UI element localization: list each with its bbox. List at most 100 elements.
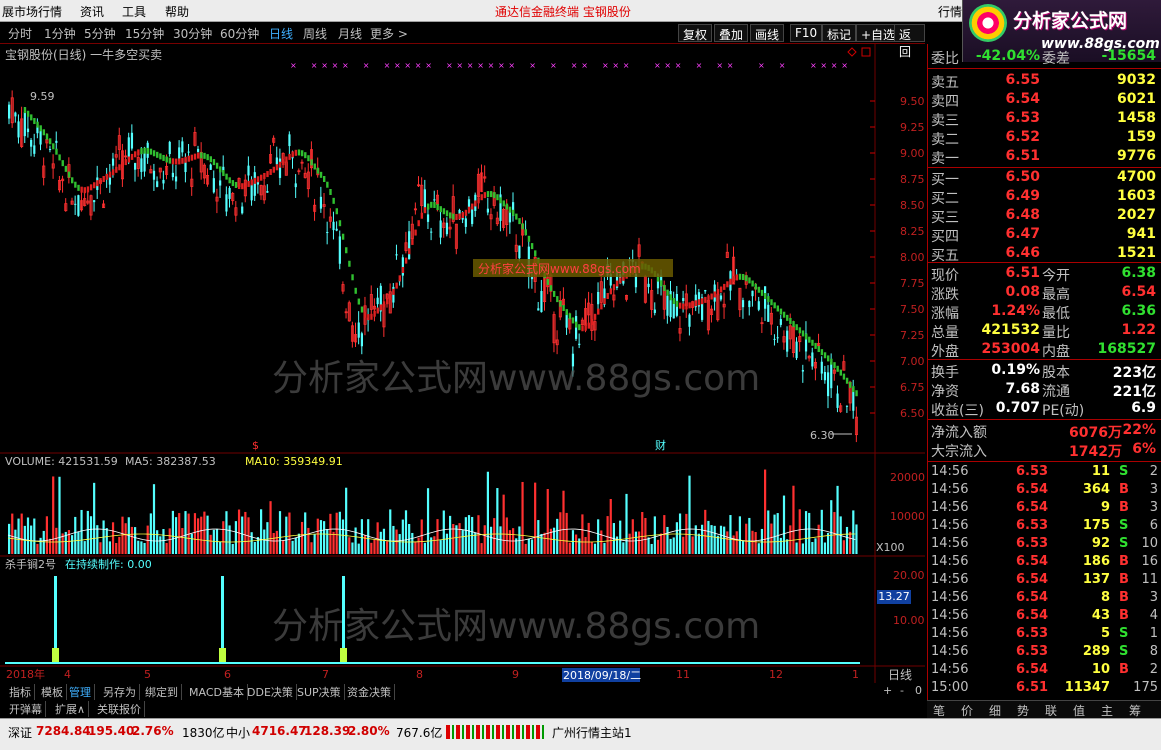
signal-marker: × xyxy=(467,61,474,70)
bid-label: 买四 xyxy=(931,229,959,245)
ask-price: 6.52 xyxy=(1005,129,1040,145)
volume-bar xyxy=(675,522,678,554)
volume-bar xyxy=(489,526,493,554)
quote-tab-6[interactable]: 主 xyxy=(1101,702,1113,719)
signal-marker: × xyxy=(831,61,838,70)
price-tick-label: 7.50 xyxy=(900,303,925,316)
bull-bear-segment xyxy=(512,209,515,216)
tick-price: 6.53 xyxy=(1016,464,1049,479)
indicator-tab-3[interactable]: 另存为 xyxy=(100,684,140,700)
bid-price: 6.46 xyxy=(1005,245,1040,261)
tick-count: 3 xyxy=(1149,482,1158,497)
kline-chart[interactable]: 9.50 9.25 9.00 8.75 8.50 8.25 8.00 7.75 7.50 7.25… xyxy=(0,0,925,683)
ask-label: 卖五 xyxy=(931,75,959,91)
volume-bar xyxy=(789,525,792,554)
volume-bar xyxy=(115,542,118,554)
stat-value2: 6.54 xyxy=(1121,284,1156,300)
quote-tab-1[interactable]: 价 xyxy=(961,702,973,719)
indicator-tab-8[interactable]: 资金决策 xyxy=(344,684,395,700)
tick-side: B xyxy=(1119,608,1129,623)
divider xyxy=(928,461,1161,462)
bull-bear-segment xyxy=(518,218,521,225)
bull-bear-segment xyxy=(417,220,420,227)
candle-body xyxy=(430,231,433,233)
volume-bar xyxy=(414,541,417,554)
indicator-tab-7[interactable]: SUP决策 xyxy=(294,684,345,700)
volume-bar xyxy=(357,543,360,554)
stat-value2: 1.22 xyxy=(1121,322,1156,338)
quote-tab-4[interactable]: 联 xyxy=(1045,702,1057,719)
volume-bar xyxy=(237,509,241,554)
menu-quote[interactable]: 行情 xyxy=(938,3,962,20)
quote-tab-0[interactable]: 笔 xyxy=(933,702,945,719)
bull-bear-segment xyxy=(348,260,351,267)
bull-bear-segment xyxy=(786,314,789,321)
bull-bear-segment xyxy=(187,155,190,162)
extra-tab-1[interactable]: 扩展∧ xyxy=(52,701,90,717)
tick-count: 10 xyxy=(1141,536,1158,551)
indicator-tab-0[interactable]: 指标 xyxy=(6,684,35,700)
candle-body xyxy=(278,158,282,178)
xaxis-label: 11 xyxy=(676,668,690,681)
volume-bar xyxy=(530,539,534,554)
stat2-row: 净资 7.68 流通 221亿 xyxy=(928,381,1161,400)
bid-label: 买三 xyxy=(931,210,959,226)
ask-row: 卖四 6.54 6021 xyxy=(928,91,1161,110)
zoom-out-button[interactable]: - xyxy=(897,684,907,697)
volume-bar xyxy=(310,542,313,554)
candle-body xyxy=(748,301,751,308)
bull-bear-segment xyxy=(499,197,502,204)
candle-body xyxy=(209,164,212,170)
indicator-tab-6[interactable]: DDE决策 xyxy=(244,684,297,700)
candle-body xyxy=(228,187,231,199)
volume-bar xyxy=(849,531,852,554)
bull-bear-segment xyxy=(253,177,257,184)
tick-side: S xyxy=(1119,644,1129,659)
candle-body xyxy=(395,254,398,256)
bull-bear-segment xyxy=(562,304,565,311)
indicator-tab-5[interactable]: MACD基本 xyxy=(186,684,248,700)
signal-marker: × xyxy=(623,61,630,70)
volume-bar xyxy=(83,541,86,554)
bull-bear-segment xyxy=(143,147,146,154)
zoom-in-button[interactable]: + xyxy=(880,684,895,697)
bull-bear-segment xyxy=(219,166,222,173)
stat2-label: 净资 xyxy=(931,384,959,400)
indicator-tab-2[interactable]: 管理 xyxy=(66,684,95,700)
volume-bar xyxy=(811,542,814,554)
extra-tab-2[interactable]: 关联报价 xyxy=(94,701,145,717)
volume-bar xyxy=(171,510,174,554)
window-toggle-icon[interactable] xyxy=(861,47,871,57)
bull-bear-segment xyxy=(134,151,137,158)
zx-index-amount: 767.6亿 xyxy=(396,726,443,740)
candle-body xyxy=(332,221,335,231)
bull-bear-segment xyxy=(313,163,316,170)
quote-tab-2[interactable]: 细 xyxy=(989,702,1001,719)
trade-tick-row: 14:56 6.53 92 S 10 xyxy=(928,536,1161,554)
volume-bar xyxy=(42,530,45,554)
bull-bear-segment xyxy=(111,169,115,176)
volume-bar xyxy=(17,518,20,554)
volume-bar xyxy=(382,528,386,554)
quote-tab-3[interactable]: 势 xyxy=(1017,702,1029,719)
volume-bar xyxy=(628,533,631,554)
quote-tab-5[interactable]: 值 xyxy=(1073,702,1085,719)
quote-tab-7[interactable]: 筹 xyxy=(1129,702,1141,719)
reset-button[interactable]: 0 xyxy=(912,684,925,697)
indicator-tab-4[interactable]: 绑定到 xyxy=(142,684,182,700)
indicator-tab-1[interactable]: 模板 xyxy=(38,684,67,700)
bull-bear-segment xyxy=(455,213,458,220)
tick-time: 14:56 xyxy=(931,554,969,569)
bid-price: 6.50 xyxy=(1005,169,1040,185)
candle-body xyxy=(247,165,250,176)
volume-bar xyxy=(36,543,39,554)
diamond-icon[interactable] xyxy=(847,47,857,57)
indicator-current-value: 13.27 xyxy=(877,590,911,604)
candle-body xyxy=(767,304,770,322)
order-diff-value: -15654 xyxy=(1101,48,1156,64)
bull-bear-segment xyxy=(729,278,732,285)
signal-marker: × xyxy=(716,61,723,70)
station-name[interactable]: 广州行情主站1 xyxy=(552,724,632,741)
extra-tab-0[interactable]: 开弹幕 xyxy=(6,701,46,717)
volume-bar xyxy=(376,522,379,554)
